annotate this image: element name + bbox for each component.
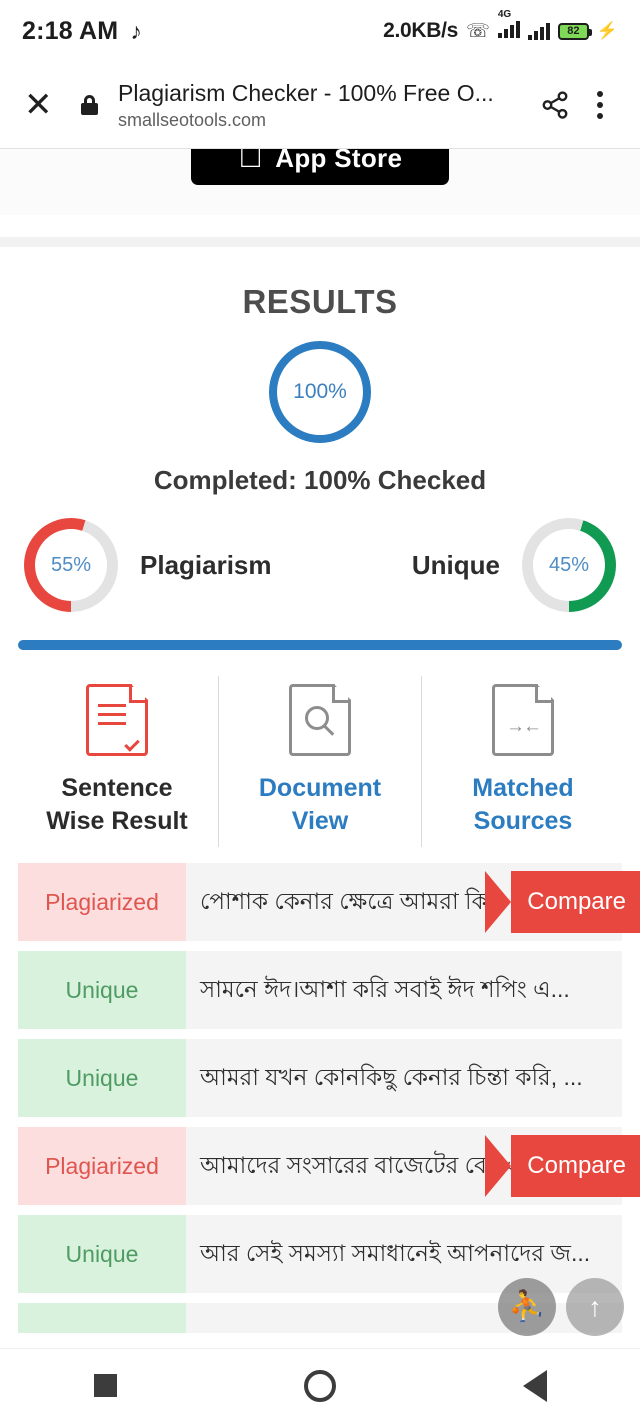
status-badge: Unique — [18, 951, 186, 1029]
plagiarism-value: 55% — [35, 529, 107, 601]
page-title: Plagiarism Checker - 100% Free O... — [118, 79, 494, 106]
status-badge — [18, 1303, 186, 1333]
tab-sentence-wise-label: Sentence Wise Result — [46, 774, 188, 835]
list-item[interactable]: Plagiarized আমাদের সংসারের বাজেটের বেশ এ… — [18, 1127, 640, 1205]
more-vertical-icon[interactable] — [580, 91, 620, 119]
document-arrows-icon: →← — [492, 684, 554, 756]
arrow-up-icon: ↑ — [588, 1291, 602, 1322]
page-url: smallseotools.com — [118, 109, 267, 130]
tab-document-view[interactable]: Document View — [218, 676, 421, 847]
sentence-text — [186, 1303, 622, 1333]
plagiarism-donut: 55% — [24, 518, 118, 612]
status-right-cluster: 2.0KB/s ☏ 4G 82 ⚡ — [383, 9, 618, 43]
status-badge: Plagiarized — [18, 1127, 186, 1205]
tab-matched-sources[interactable]: →← Matched Sources — [421, 676, 624, 847]
scroll-to-top-button[interactable]: ↑ — [566, 1278, 624, 1336]
signal-bars-icon — [527, 22, 550, 40]
page-identity: Plagiarism Checker - 100% Free O... smal… — [118, 80, 530, 131]
music-note-icon: ♪ — [130, 17, 142, 44]
compare-label: Compare — [511, 1135, 640, 1197]
unique-donut: 45% — [522, 518, 616, 612]
close-icon[interactable]: ✕ — [24, 88, 70, 122]
status-bar: 2:18 AM ♪ 2.0KB/s ☏ 4G 82 ⚡ — [0, 0, 640, 62]
plagiarism-label: Plagiarism — [140, 549, 272, 580]
battery-percent: 82 — [567, 25, 580, 37]
spacer-band-white — [0, 215, 640, 237]
tab-sentence-wise-result[interactable]: Sentence Wise Result — [16, 676, 218, 847]
network-type-label: 4G — [497, 8, 512, 20]
results-heading: RESULTS — [242, 283, 398, 320]
status-time: 2:18 AM — [22, 16, 119, 45]
status-badge: Plagiarized — [18, 863, 186, 941]
spacer-band-grey — [0, 237, 640, 247]
signal-4g-icon: 4G — [497, 9, 520, 43]
status-badge: Unique — [18, 1039, 186, 1117]
sentence-list: Plagiarized পোশাক কেনার ক্ষেত্রে আমরা কি… — [0, 863, 640, 1333]
results-section: RESULTS 100% Completed: 100% Checked 55%… — [0, 247, 640, 1333]
headphones-icon: ☏ — [466, 20, 490, 42]
compare-arrow-icon — [485, 871, 512, 933]
sentence-text: সামনে ঈদ।আশা করি সবাই ঈদ শপিং এ... — [186, 951, 622, 1029]
triangle-back-icon[interactable] — [522, 1369, 547, 1402]
tab-matched-sources-label: Matched Sources — [472, 774, 574, 835]
compare-arrow-icon — [485, 1135, 512, 1197]
android-nav-bar — [0, 1348, 640, 1422]
document-search-icon — [289, 684, 351, 756]
tab-document-view-label: Document View — [258, 774, 382, 835]
network-speed: 2.0KB/s — [383, 19, 459, 42]
page-content:  App Store RESULTS 100% Completed: 100%… — [0, 149, 640, 1348]
lightning-bolt-icon: ⚡ — [596, 21, 618, 40]
lock-icon — [78, 95, 100, 115]
apple-logo-icon:  — [238, 149, 264, 173]
document-check-icon — [86, 684, 148, 756]
main-progress-row: 100% — [0, 341, 640, 443]
app-store-banner:  App Store — [0, 149, 640, 215]
list-item[interactable]: Unique আমরা যখন কোনকিছু কেনার চিন্তা করি… — [18, 1039, 622, 1117]
completed-status-text: Completed: 100% Checked — [153, 465, 487, 495]
list-item[interactable]: Unique সামনে ঈদ।আশা করি সবাই ঈদ শপিং এ..… — [18, 951, 622, 1029]
compare-button[interactable]: Compare — [485, 871, 640, 933]
compare-button[interactable]: Compare — [485, 1135, 640, 1197]
app-store-button[interactable]:  App Store — [191, 149, 449, 185]
list-item[interactable]: Plagiarized পোশাক কেনার ক্ষেত্রে আমরা কি… — [18, 863, 640, 941]
overall-progress-value: 100% — [293, 380, 347, 403]
sentence-text: আমরা যখন কোনকিছু কেনার চিন্তা করি, ... — [186, 1039, 622, 1117]
circle-home-icon[interactable] — [303, 1369, 336, 1402]
browser-top-bar: ✕ Plagiarism Checker - 100% Free O... sm… — [0, 62, 640, 149]
compare-label: Compare — [511, 871, 640, 933]
square-recents-icon[interactable] — [93, 1374, 117, 1397]
status-badge: Unique — [18, 1215, 186, 1293]
view-options-row: Sentence Wise Result Document View →← Ma… — [0, 676, 640, 863]
unique-label: Unique — [411, 549, 500, 580]
phone-screen: 2:18 AM ♪ 2.0KB/s ☏ 4G 82 ⚡ ✕ Plagiarism… — [0, 0, 640, 1422]
unique-value: 45% — [533, 529, 605, 601]
accessibility-icon[interactable]: ⛹ — [498, 1278, 556, 1336]
overall-progress-ring: 100% — [269, 341, 371, 443]
score-row: 55% Plagiarism Unique 45% — [0, 518, 640, 612]
share-icon[interactable] — [530, 90, 580, 120]
app-store-label: App Store — [262, 149, 402, 173]
progress-divider-bar — [18, 640, 622, 650]
battery-icon: 82 — [557, 22, 592, 40]
sentence-text: আর সেই সমস্যা সমাধানেই আপনাদের জ... — [186, 1215, 622, 1293]
